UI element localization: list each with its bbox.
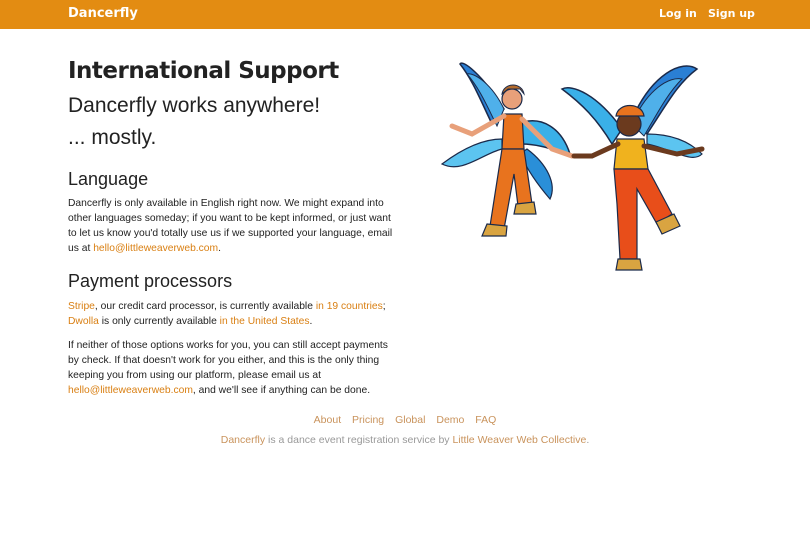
payment-paragraph: Stripe, our credit card processor, is cu… bbox=[68, 299, 398, 329]
footer-note: Dancerfly is a dance event registration … bbox=[0, 434, 810, 446]
signup-link[interactable]: Sign up bbox=[708, 7, 755, 20]
fallback-text-end: , and we'll see if anything can be done. bbox=[192, 385, 371, 396]
stripe-link[interactable]: Stripe bbox=[68, 301, 95, 312]
language-text-end: . bbox=[218, 243, 221, 254]
dwolla-text: is only currently available bbox=[98, 316, 220, 327]
footer-link-about[interactable]: About bbox=[314, 414, 341, 426]
fallback-text: If neither of those options works for yo… bbox=[68, 340, 388, 381]
language-heading: Language bbox=[68, 169, 149, 189]
stripe-end: ; bbox=[382, 301, 386, 312]
footer-link-pricing[interactable]: Pricing bbox=[352, 414, 384, 426]
payment-heading: Payment processors bbox=[68, 271, 233, 291]
brand-link[interactable]: Dancerfly bbox=[68, 6, 138, 21]
lead-subtext: ... mostly. bbox=[68, 126, 157, 149]
dwolla-link[interactable]: Dwolla bbox=[68, 316, 99, 327]
page-title: International Support bbox=[68, 58, 339, 84]
language-paragraph: Dancerfly is only available in English r… bbox=[68, 196, 398, 256]
winged-dancers-illustration-icon bbox=[440, 62, 705, 271]
footer-brand-link[interactable]: Dancerfly bbox=[221, 434, 265, 446]
footer-note-text: is a dance event registration service by bbox=[265, 434, 453, 446]
login-link[interactable]: Log in bbox=[659, 7, 697, 20]
dwolla-region-link[interactable]: in the United States bbox=[220, 316, 310, 327]
stripe-text: , our credit card processor, is currentl… bbox=[94, 301, 316, 312]
footer-link-global[interactable]: Global bbox=[395, 414, 425, 426]
footer-link-demo[interactable]: Demo bbox=[436, 414, 464, 426]
fallback-paragraph: If neither of those options works for yo… bbox=[68, 338, 398, 398]
main-content: International Support Dancerfly works an… bbox=[68, 56, 398, 398]
language-email-link[interactable]: hello@littleweaverweb.com bbox=[93, 243, 218, 254]
dwolla-end: . bbox=[309, 316, 313, 327]
footer-link-faq[interactable]: FAQ bbox=[475, 414, 496, 426]
footer-nav: About Pricing Global Demo FAQ bbox=[0, 414, 810, 426]
lead-text: Dancerfly works anywhere! bbox=[68, 94, 321, 117]
footer-org-link[interactable]: Little Weaver Web Collective bbox=[452, 434, 586, 446]
footer-note-end: . bbox=[586, 434, 590, 446]
stripe-countries-link[interactable]: in 19 countries bbox=[316, 301, 383, 312]
navbar: Dancerfly Log in Sign up bbox=[0, 0, 810, 29]
fallback-email-link[interactable]: hello@littleweaverweb.com bbox=[68, 385, 193, 396]
